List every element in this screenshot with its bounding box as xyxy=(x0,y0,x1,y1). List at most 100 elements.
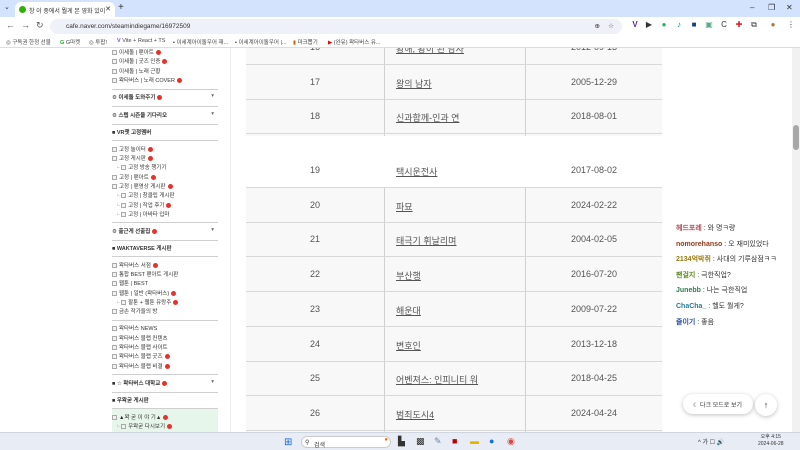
back-button[interactable]: ← xyxy=(6,20,15,30)
task-view-icon[interactable]: ▙ xyxy=(398,436,405,447)
close-tab-icon[interactable]: ✕ xyxy=(105,5,111,13)
sidebar-item[interactable]: ▲왁 굳 이 야 기▲ xyxy=(112,413,218,421)
app-blue-icon[interactable]: ● xyxy=(489,436,494,446)
sidebar-item[interactable]: ㄴ 고정 | 창클립 게시판 xyxy=(116,191,222,199)
table-row: 24 변호인 2013-12-18 xyxy=(246,327,662,362)
sidebar-item[interactable]: ■ ☆ 왁타버스 대학교 ▾ xyxy=(112,379,218,387)
extension-green-icon[interactable]: ● xyxy=(659,20,669,29)
movie-title-link[interactable]: 신과함께-인과 연 xyxy=(396,111,459,124)
sidebar-item[interactable]: ㄴ 우왁굳 다시보기 xyxy=(116,422,222,430)
app-paint-icon[interactable]: ✎ xyxy=(434,436,442,447)
file-explorer-icon[interactable]: ▬ xyxy=(470,436,479,446)
sidebar-item[interactable]: 웹툰 | 일반 (왁타버스) xyxy=(112,289,218,297)
sidebar-item[interactable]: 고정 놀이터 xyxy=(112,145,218,153)
movie-title-link[interactable]: 태극기 휘날리며 xyxy=(396,234,456,247)
taskbar-search[interactable]: ⚲ 검색 ● xyxy=(301,436,391,449)
sidebar-item[interactable]: 왁타버스 블랩 비결 xyxy=(112,362,218,370)
url-input[interactable]: cafe.naver.com/steamindiegame/16972509 ⊕… xyxy=(50,19,622,34)
sidebar-item[interactable]: ㄴ 팔툰 + 웹툰 유랑주 xyxy=(116,298,222,306)
extension-red-icon[interactable]: ✚ xyxy=(734,20,744,29)
sidebar-item[interactable]: 고정 | 팬아트 xyxy=(112,173,218,181)
chevron-down-icon[interactable]: ▾ xyxy=(211,227,214,233)
extension-teal-icon[interactable]: ♪ xyxy=(674,20,684,29)
app-game-icon[interactable]: ▩ xyxy=(416,436,425,447)
bookmark-item[interactable]: V Vite + React + TS xyxy=(117,38,165,44)
extension-box-icon[interactable]: ▣ xyxy=(704,20,714,29)
sidebar-item[interactable]: ㄴ 고정 | 아바타 입마 xyxy=(116,210,222,218)
chat-text: 헬도 뭘게? xyxy=(712,303,744,310)
page-scrollbar[interactable] xyxy=(792,48,800,432)
chevron-down-icon[interactable]: ▾ xyxy=(211,93,214,99)
restore-button[interactable]: ❐ xyxy=(768,3,775,12)
sidebar-item[interactable]: 왁타버스 블랩 컨텐츠 xyxy=(112,334,218,342)
sidebar-item[interactable]: 왁타버스 | 노래 COVER xyxy=(112,76,218,84)
profile-avatar[interactable]: ● xyxy=(768,20,778,29)
sidebar-item[interactable]: 고정 게시판 xyxy=(112,154,218,162)
sidebar-item-label: 왁타버스 서점 xyxy=(119,262,151,269)
chrome-icon[interactable]: ◉ xyxy=(507,436,515,447)
chevron-down-icon[interactable]: ▾ xyxy=(211,379,214,385)
new-tab-button[interactable]: + xyxy=(118,2,124,13)
sidebar-item[interactable]: ⚙ 출근게 선출집 ▾ xyxy=(112,227,218,235)
dark-mode-button[interactable]: ☾ 다크 모드로 보기 xyxy=(683,394,753,414)
bookmark-item[interactable]: ◎ 투팝! xyxy=(89,38,107,46)
extension-v-icon[interactable]: V xyxy=(630,20,640,29)
chevron-down-icon[interactable]: ▾ xyxy=(211,111,214,117)
system-tray[interactable]: ^ 가 ☐ 🔊 xyxy=(698,437,724,446)
movie-title-link[interactable]: 범죄도시4 xyxy=(396,408,434,421)
extension-play-icon[interactable]: ▶ xyxy=(644,20,654,29)
sidebar-item[interactable]: 왁타버스 블랩 사이트 xyxy=(112,343,218,351)
sidebar-item[interactable]: 이세돌 | 노래 근황 xyxy=(112,67,218,75)
zoom-icon[interactable]: ⊕ xyxy=(595,22,600,30)
active-tab[interactable]: 창 이 중에서 뭘게 본 영화 있이 ✕ xyxy=(15,2,115,17)
sidebar-item[interactable]: 웹툰 | BEST xyxy=(112,279,218,287)
extension-c-icon[interactable]: C xyxy=(719,20,729,29)
movie-title-link[interactable]: 택시운전사 xyxy=(396,165,437,178)
scrollbar-thumb[interactable] xyxy=(793,125,799,150)
sidebar-item[interactable]: 이세돌 | 굿즈 인증 xyxy=(112,57,218,65)
sidebar-item[interactable]: 왁타버스 서점 xyxy=(112,261,218,269)
sidebar-item[interactable]: 왁타버스 NEWS xyxy=(112,324,218,332)
scroll-to-top-button[interactable]: ↑ xyxy=(755,394,777,416)
new-badge-icon xyxy=(162,380,168,386)
movie-title-link[interactable]: 부산행 xyxy=(396,269,421,282)
sidebar-item[interactable]: 왁타버스 블랩 굿즈 xyxy=(112,352,218,360)
sidebar-item-label: 고정 | 팬영상 게시판 xyxy=(119,184,166,190)
extensions-puzzle-icon[interactable]: ⧉ xyxy=(749,20,759,30)
movie-title-link[interactable]: 황해, 황이 된 남자 xyxy=(396,48,464,55)
sidebar-item[interactable]: 통합 BEST 팬아트 게시판 xyxy=(112,270,218,278)
movie-title-link[interactable]: 파묘 xyxy=(396,200,413,213)
tab-list-button[interactable]: ⌄ xyxy=(4,3,10,11)
board-icon xyxy=(112,354,117,360)
bookmark-item[interactable]: G G마켓 xyxy=(60,38,80,46)
sidebar-item[interactable]: ㄴ 고정 | 작업 후기 xyxy=(116,201,222,209)
minimize-button[interactable]: – xyxy=(750,3,754,12)
movie-title-link[interactable]: 변호인 xyxy=(396,339,421,352)
bookmark-item[interactable]: ▪ 이세계아이돌우어 재... xyxy=(173,38,228,46)
sidebar-item[interactable]: 고정 | 팬영상 게시판 xyxy=(112,182,218,190)
bookmark-item[interactable]: ▮ 마크뽑기 xyxy=(293,38,318,46)
sidebar-item[interactable]: ㄴ 고정 방송 챙기기 xyxy=(116,163,222,171)
bookmark-item[interactable]: ▪ 이세계아이돌우어 |... xyxy=(235,38,287,46)
forward-button[interactable]: → xyxy=(21,20,30,30)
bookmark-star-icon[interactable]: ☆ xyxy=(608,22,614,30)
movie-title-link[interactable]: 왕의 남자 xyxy=(396,77,432,90)
sidebar-item-label: 고정 | 창클립 게시판 xyxy=(128,193,175,200)
sidebar-item[interactable]: 이세돌 | 팬아트 xyxy=(112,48,218,56)
bookmark-item[interactable]: ◎ 구독권 한정 선물 xyxy=(6,38,51,46)
reload-button[interactable]: ↻ xyxy=(36,20,44,31)
sidebar-item[interactable]: ⚙ 스텝 시즌을 기다리오 ▾ xyxy=(112,111,218,119)
movie-title-link[interactable]: 어벤져스: 인피니티 워 xyxy=(396,373,478,386)
sidebar-item[interactable]: 금손 작가들의 방 xyxy=(112,307,218,315)
page-content: 이세돌 | 팬아트 이세돌 | 굿즈 인증이세돌 | 노래 근황 왁타버스 | 노래… xyxy=(0,48,792,432)
acrobat-icon[interactable]: ■ xyxy=(452,436,457,446)
extension-blue-icon[interactable]: ■ xyxy=(689,20,699,29)
movie-title-link[interactable]: 해운대 xyxy=(396,304,421,317)
close-window-button[interactable]: ✕ xyxy=(786,3,793,12)
sidebar-divider xyxy=(112,123,218,125)
menu-kebab-icon[interactable]: ⋮ xyxy=(786,20,796,29)
sidebar-item[interactable]: ⚙ 이세돌 도와주기 ▾ xyxy=(112,93,218,101)
bookmark-item[interactable]: ▶ (완유) 왁타버스 유... xyxy=(328,38,381,46)
clock[interactable]: 오후 4:15 2024-06-28 xyxy=(758,434,784,448)
windows-start-icon[interactable]: ⊞ xyxy=(284,437,292,448)
